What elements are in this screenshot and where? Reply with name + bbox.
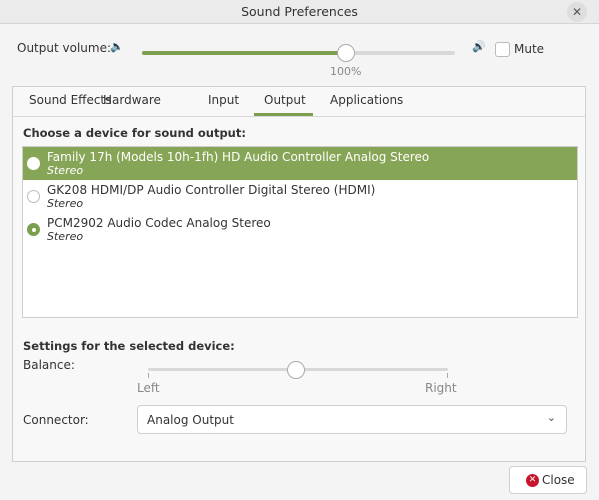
close-icon: ✕	[526, 474, 539, 487]
mute-label: Mute	[514, 42, 545, 56]
balance-tick-right	[447, 373, 448, 378]
window-close-button[interactable]: ✕	[567, 2, 587, 22]
window-title: Sound Preferences	[241, 4, 358, 19]
device-row[interactable]: Family 17h (Models 10h-1fh) HD Audio Con…	[23, 147, 577, 180]
tab-output[interactable]: Output	[264, 93, 306, 107]
balance-label: Balance:	[23, 358, 75, 372]
device-name: Family 17h (Models 10h-1fh) HD Audio Con…	[47, 150, 430, 164]
settings-heading: Settings for the selected device:	[23, 339, 235, 353]
device-profile: Stereo	[47, 230, 84, 243]
tab-divider	[13, 116, 585, 117]
volume-high-icon: 🔊	[472, 40, 486, 53]
tab-sound-effects[interactable]: Sound Effects	[29, 93, 111, 107]
device-radio[interactable]	[27, 223, 40, 236]
balance-tick-left	[148, 373, 149, 378]
output-volume-label: Output volume:	[17, 41, 111, 55]
close-button[interactable]: ✕ Close	[509, 466, 587, 494]
device-row[interactable]: PCM2902 Audio Codec Analog Stereo Stereo	[23, 213, 577, 246]
device-profile: Stereo	[47, 164, 84, 177]
tab-applications[interactable]: Applications	[330, 93, 403, 107]
device-name: GK208 HDMI/DP Audio Controller Digital S…	[47, 183, 376, 197]
device-radio[interactable]	[27, 157, 40, 170]
close-button-label: Close	[542, 473, 575, 487]
connector-label: Connector:	[23, 413, 89, 427]
active-tab-indicator	[254, 113, 313, 116]
device-row[interactable]: GK208 HDMI/DP Audio Controller Digital S…	[23, 180, 577, 213]
tab-hardware[interactable]: Hardware	[103, 93, 161, 107]
device-profile: Stereo	[47, 197, 84, 210]
device-name: PCM2902 Audio Codec Analog Stereo	[47, 216, 271, 230]
balance-right-label: Right	[425, 381, 457, 395]
volume-fill	[142, 51, 346, 55]
device-list-heading: Choose a device for sound output:	[23, 126, 246, 140]
balance-left-label: Left	[137, 381, 160, 395]
connector-dropdown[interactable]: Analog Output ⌄	[137, 405, 567, 434]
volume-slider-handle[interactable]	[337, 44, 355, 62]
mute-checkbox[interactable]	[495, 42, 510, 57]
balance-slider-handle[interactable]	[287, 361, 305, 379]
volume-low-icon: 🔈	[110, 40, 124, 53]
volume-value: 100%	[330, 65, 362, 78]
device-radio[interactable]	[27, 190, 40, 203]
tab-input[interactable]: Input	[208, 93, 239, 107]
connector-value: Analog Output	[147, 413, 234, 427]
chevron-down-icon: ⌄	[546, 411, 556, 424]
